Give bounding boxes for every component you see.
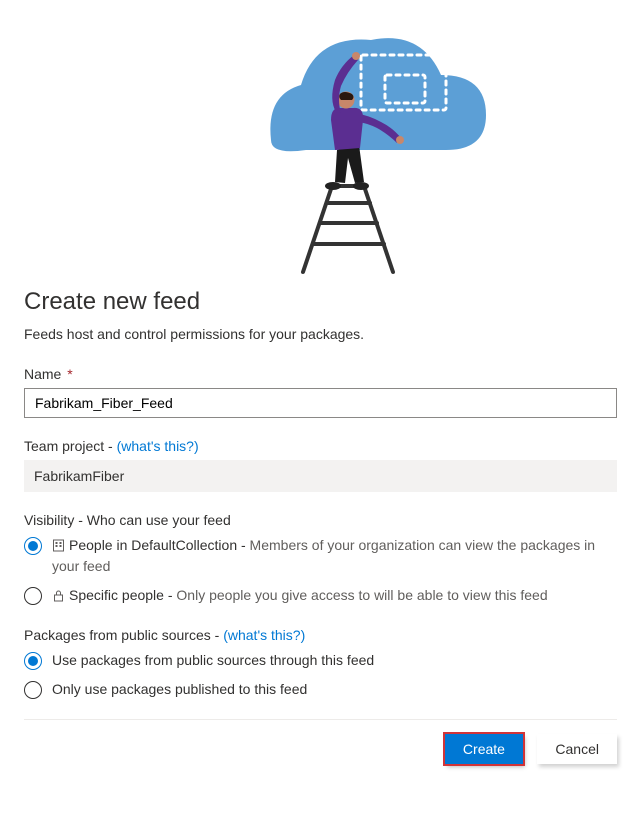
org-icon (52, 538, 65, 557)
radio-unselected[interactable] (24, 681, 42, 699)
required-marker: * (67, 366, 72, 382)
divider (24, 719, 617, 720)
page-subtitle: Feeds host and control permissions for y… (24, 326, 617, 342)
dialog-footer: Create Cancel (24, 734, 617, 764)
packages-option-public[interactable]: Use packages from public sources through… (24, 651, 617, 670)
packages-help-link[interactable]: (what's this?) (223, 627, 305, 643)
packages-option-only[interactable]: Only use packages published to this feed (24, 680, 617, 699)
packages-section: Packages from public sources - (what's t… (24, 627, 617, 699)
team-project-label: Team project - (what's this?) (24, 438, 617, 454)
illustration (0, 0, 641, 280)
team-project-help-link[interactable]: (what's this?) (117, 438, 199, 454)
packages-radiogroup: Use packages from public sources through… (24, 651, 617, 699)
visibility-option-specific[interactable]: Specific people - Only people you give a… (24, 586, 617, 607)
team-project-value: FabrikamFiber (24, 460, 617, 492)
visibility-option-org[interactable]: People in DefaultCollection - Members of… (24, 536, 617, 576)
name-label: Name * (24, 366, 617, 382)
name-section: Name * (24, 366, 617, 418)
create-button[interactable]: Create (445, 734, 523, 764)
page-title: Create new feed (24, 288, 617, 316)
radio-selected[interactable] (24, 652, 42, 670)
visibility-radiogroup: People in DefaultCollection - Members of… (24, 536, 617, 607)
radio-selected[interactable] (24, 537, 42, 555)
cloud-ladder-illustration (141, 0, 501, 275)
packages-label: Packages from public sources - (what's t… (24, 627, 617, 643)
team-project-section: Team project - (what's this?) FabrikamFi… (24, 438, 617, 492)
radio-unselected[interactable] (24, 587, 42, 605)
name-input[interactable] (24, 388, 617, 418)
cancel-button[interactable]: Cancel (537, 734, 617, 764)
lock-icon (52, 588, 65, 607)
visibility-label: Visibility - Who can use your feed (24, 512, 617, 528)
visibility-section: Visibility - Who can use your feed Peopl… (24, 512, 617, 607)
